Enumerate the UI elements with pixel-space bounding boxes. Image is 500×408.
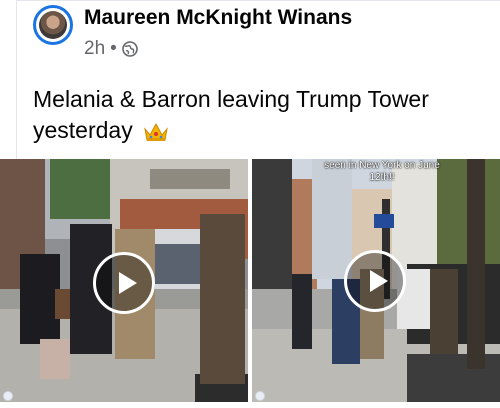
post-meta: 2h • <box>84 38 138 60</box>
post-text: Melania & Barron leaving Trump Tower yes… <box>33 84 483 146</box>
play-icon[interactable] <box>344 250 406 312</box>
caption-line-2: 12th!! <box>369 172 395 183</box>
video-source-icon <box>3 391 13 401</box>
card-border <box>16 0 17 160</box>
avatar[interactable] <box>33 5 73 45</box>
post-card: Maureen McKnight Winans 2h • Melania & B… <box>0 0 500 408</box>
video-thumbnail-left[interactable] <box>0 159 248 402</box>
crown-icon <box>144 122 168 141</box>
caption-line-1: seen in New York on June <box>324 160 440 171</box>
avatar-image <box>39 11 67 39</box>
post-text-body: Melania & Barron leaving Trump Tower yes… <box>33 86 429 143</box>
globe-icon[interactable] <box>121 41 138 57</box>
video-caption: seen in New York on June 12th!! <box>302 160 462 184</box>
meta-separator: • <box>110 38 117 59</box>
video-thumbnail-right[interactable]: seen in New York on June 12th!! <box>252 159 500 402</box>
author-name[interactable]: Maureen McKnight Winans <box>84 6 352 30</box>
play-icon[interactable] <box>93 252 155 314</box>
post-time[interactable]: 2h <box>84 38 105 60</box>
card-border <box>16 0 500 1</box>
video-source-icon <box>255 391 265 401</box>
